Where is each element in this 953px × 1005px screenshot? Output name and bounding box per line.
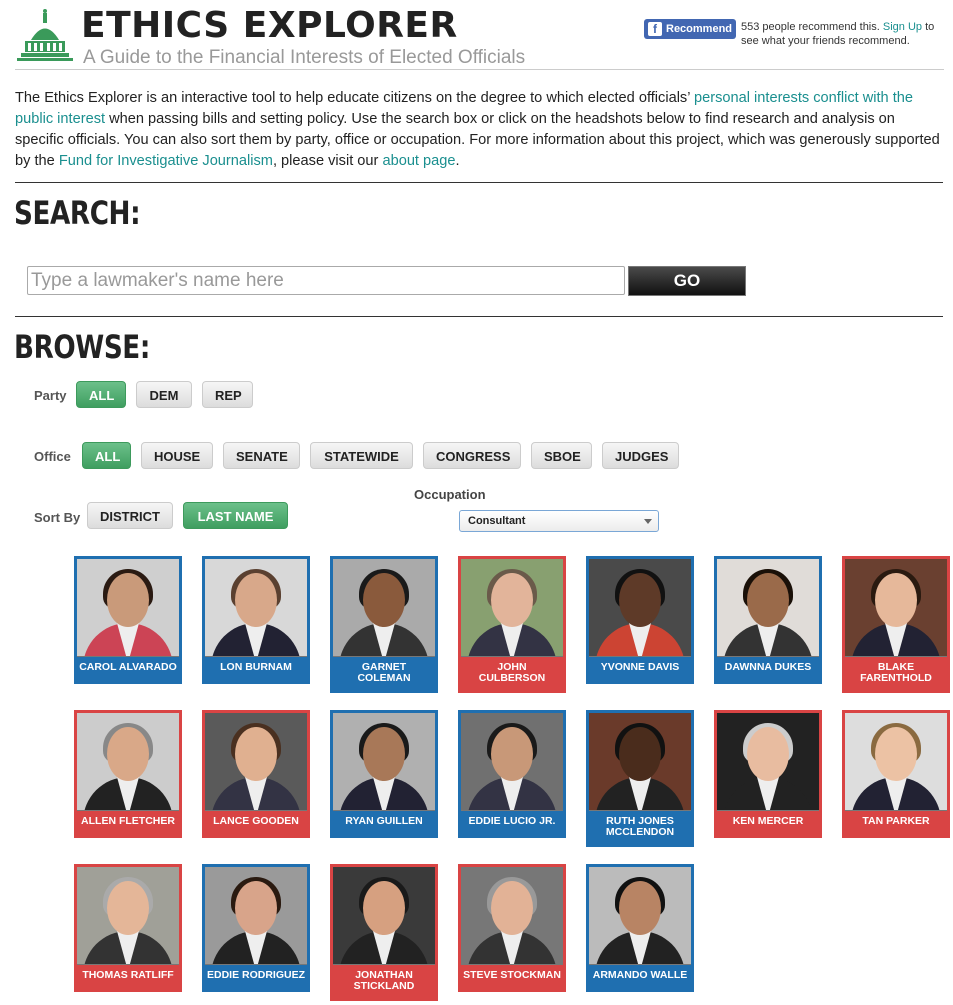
official-headshot[interactable] xyxy=(77,559,179,657)
official-name[interactable]: LANCE GOODEN xyxy=(205,811,307,835)
official-card[interactable]: LANCE GOODEN xyxy=(202,710,310,838)
official-name[interactable]: LON BURNAM xyxy=(205,657,307,681)
official-headshot[interactable] xyxy=(333,559,435,657)
official-card[interactable]: ALLEN FLETCHER xyxy=(74,710,182,838)
official-name[interactable]: ALLEN FLETCHER xyxy=(77,811,179,835)
official-card[interactable]: TAN PARKER xyxy=(842,710,950,838)
official-headshot[interactable] xyxy=(205,867,307,965)
search-heading: SEARCH: xyxy=(14,194,141,232)
party-dem-button[interactable]: DEM xyxy=(136,381,192,408)
official-card[interactable]: LON BURNAM xyxy=(202,556,310,684)
official-headshot[interactable] xyxy=(589,559,691,657)
site-subtitle: A Guide to the Financial Interests of El… xyxy=(83,47,526,68)
official-card[interactable]: THOMAS RATLIFF xyxy=(74,864,182,992)
occupation-select[interactable]: Consultant xyxy=(459,510,659,532)
official-name[interactable]: BLAKE FARENTHOLD xyxy=(845,657,947,690)
official-card[interactable]: GARNET COLEMAN xyxy=(330,556,438,693)
site-header: ETHICS EXPLORER A Guide to the Financial… xyxy=(15,0,944,70)
official-card[interactable]: EDDIE RODRIGUEZ xyxy=(202,864,310,992)
official-card[interactable]: RUTH JONES MCCLENDON xyxy=(586,710,694,847)
intro-text: , please visit our xyxy=(272,153,383,169)
official-headshot[interactable] xyxy=(845,559,947,657)
official-name[interactable]: JONATHAN STICKLAND xyxy=(333,965,435,998)
office-senate-button[interactable]: SENATE xyxy=(223,442,300,469)
official-headshot[interactable] xyxy=(333,867,435,965)
official-card[interactable]: RYAN GUILLEN xyxy=(330,710,438,838)
official-card[interactable]: DAWNNA DUKES xyxy=(714,556,822,684)
official-card[interactable]: KEN MERCER xyxy=(714,710,822,838)
official-headshot[interactable] xyxy=(461,867,563,965)
official-name[interactable]: KEN MERCER xyxy=(717,811,819,835)
fund-link[interactable]: Fund for Investigative Journalism xyxy=(59,153,273,169)
official-headshot[interactable] xyxy=(461,713,563,811)
official-name[interactable]: RYAN GUILLEN xyxy=(333,811,435,835)
official-card[interactable]: CAROL ALVARADO xyxy=(74,556,182,684)
office-sboe-button[interactable]: SBOE xyxy=(531,442,592,469)
official-card[interactable]: BLAKE FARENTHOLD xyxy=(842,556,950,693)
official-name[interactable]: STEVE STOCKMAN xyxy=(461,965,563,989)
party-filter-label: Party xyxy=(34,388,67,403)
official-name[interactable]: JOHN CULBERSON xyxy=(461,657,563,690)
facebook-recommend-count: 553 people recommend this. Sign Up to se… xyxy=(741,20,941,48)
about-page-link[interactable]: about page xyxy=(382,153,455,169)
office-judges-button[interactable]: JUDGES xyxy=(602,442,679,469)
go-button[interactable]: GO xyxy=(628,266,746,296)
occupation-label: Occupation xyxy=(414,487,486,502)
official-headshot[interactable] xyxy=(717,713,819,811)
official-name[interactable]: THOMAS RATLIFF xyxy=(77,965,179,989)
party-rep-button[interactable]: REP xyxy=(202,381,253,408)
official-card[interactable]: ARMANDO WALLE xyxy=(586,864,694,992)
official-card[interactable]: STEVE STOCKMAN xyxy=(458,864,566,992)
official-name[interactable]: RUTH JONES MCCLENDON xyxy=(589,811,691,844)
official-card[interactable]: JOHN CULBERSON xyxy=(458,556,566,693)
official-headshot[interactable] xyxy=(717,559,819,657)
site-title[interactable]: ETHICS EXPLORER xyxy=(81,6,458,46)
office-house-button[interactable]: HOUSE xyxy=(141,442,213,469)
facebook-recommend-button[interactable]: f Recommend xyxy=(644,19,736,39)
capitol-logo-icon[interactable] xyxy=(15,5,75,65)
official-headshot[interactable] xyxy=(589,867,691,965)
official-headshot[interactable] xyxy=(461,559,563,657)
official-name[interactable]: EDDIE RODRIGUEZ xyxy=(205,965,307,989)
facebook-signup-link[interactable]: Sign Up xyxy=(883,21,922,33)
official-name[interactable]: GARNET COLEMAN xyxy=(333,657,435,690)
official-headshot[interactable] xyxy=(589,713,691,811)
official-headshot[interactable] xyxy=(205,559,307,657)
facebook-icon: f xyxy=(648,22,662,36)
official-card[interactable]: EDDIE LUCIO JR. xyxy=(458,710,566,838)
official-card[interactable]: YVONNE DAVIS xyxy=(586,556,694,684)
office-congress-button[interactable]: CONGRESS xyxy=(423,442,521,469)
official-name[interactable]: TAN PARKER xyxy=(845,811,947,835)
official-headshot[interactable] xyxy=(333,713,435,811)
divider xyxy=(15,182,943,183)
official-headshot[interactable] xyxy=(77,713,179,811)
occupation-selected-value: Consultant xyxy=(468,515,526,527)
sort-last-name-button[interactable]: LAST NAME xyxy=(183,502,288,529)
office-statewide-button[interactable]: STATEWIDE xyxy=(310,442,413,469)
official-name[interactable]: ARMANDO WALLE xyxy=(589,965,691,989)
intro-paragraph: The Ethics Explorer is an interactive to… xyxy=(15,88,940,172)
official-name[interactable]: CAROL ALVARADO xyxy=(77,657,179,681)
sort-by-label: Sort By xyxy=(34,510,81,525)
intro-text: . xyxy=(455,153,460,169)
official-name[interactable]: YVONNE DAVIS xyxy=(589,657,691,681)
official-name[interactable]: DAWNNA DUKES xyxy=(717,657,819,681)
lawmaker-search-input[interactable] xyxy=(27,266,625,295)
intro-text: The Ethics Explorer is an interactive to… xyxy=(15,90,694,106)
recommend-count-text: 553 people recommend this. xyxy=(741,21,880,33)
facebook-recommend-label: Recommend xyxy=(666,23,733,35)
chevron-down-icon xyxy=(644,519,652,524)
office-all-button[interactable]: ALL xyxy=(82,442,131,469)
official-headshot[interactable] xyxy=(77,867,179,965)
divider xyxy=(15,316,943,317)
sort-district-button[interactable]: DISTRICT xyxy=(87,502,173,529)
official-card[interactable]: JONATHAN STICKLAND xyxy=(330,864,438,1001)
browse-heading: BROWSE: xyxy=(14,328,150,366)
official-headshot[interactable] xyxy=(205,713,307,811)
party-all-button[interactable]: ALL xyxy=(76,381,126,408)
official-name[interactable]: EDDIE LUCIO JR. xyxy=(461,811,563,835)
office-filter-label: Office xyxy=(34,449,71,464)
official-headshot[interactable] xyxy=(845,713,947,811)
